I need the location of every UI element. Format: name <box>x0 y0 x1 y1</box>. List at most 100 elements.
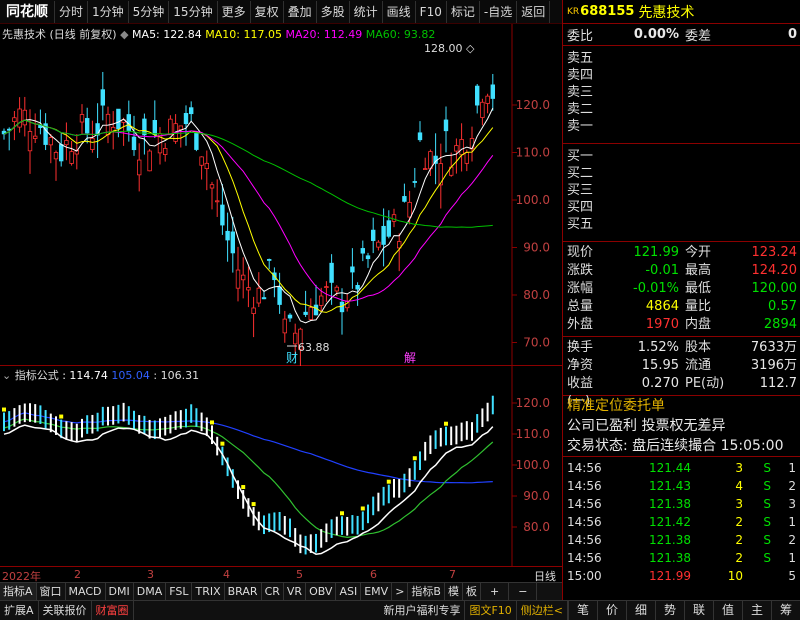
tab-asi[interactable]: ASI <box>336 583 362 600</box>
quote-label: 量比 <box>685 299 712 314</box>
toolbar-15min[interactable]: 15分钟 <box>169 0 218 23</box>
signal-marker <box>444 421 448 426</box>
toolbar-multi-stock[interactable]: 多股 <box>317 0 350 23</box>
candle-body <box>292 332 298 345</box>
tab-cr[interactable]: CR <box>262 583 284 600</box>
tick-side: S <box>763 515 771 529</box>
dropdown-icon[interactable]: ◆ <box>120 28 132 41</box>
quote-label: 现价 <box>567 245 594 260</box>
buy-row: 买四 <box>563 199 800 216</box>
kline-canvas[interactable]: 120.0 110.0 100.0 90.0 80.0 70.0 128.00 ◇ 63.88… <box>0 24 562 366</box>
high-price-marker: 128.00 ◇ <box>424 42 475 55</box>
buy-label: 买二 <box>567 166 594 181</box>
signal-marker <box>386 479 391 484</box>
kline-chart[interactable]: 120.0 110.0 100.0 90.0 80.0 70.0 128.00 ◇ 63.88… <box>0 24 562 366</box>
toolbar-1min[interactable]: 1分钟 <box>88 0 129 23</box>
quote-value: 1970 <box>645 317 679 332</box>
tab-more-arrow[interactable]: > <box>392 583 409 600</box>
candle-body <box>199 156 204 166</box>
tick-side: S <box>763 533 771 547</box>
special-info: 精准定位委托单 公司已盈利 投票权无差异 交易状态: 盘后连续撮合 15:05:… <box>563 396 800 457</box>
related-quotes-button[interactable]: 关联报价 <box>39 601 92 620</box>
quote-label: 股本 <box>685 340 712 355</box>
tab-board[interactable]: 板 <box>463 583 481 600</box>
quote-panel: KR 688155 先惠技术 委比 0.00% 委差 0 卖五 卖四 卖三 卖二… <box>562 0 800 600</box>
candle-body <box>209 184 215 189</box>
sell-label: 卖二 <box>567 102 594 117</box>
candle-body <box>162 148 168 155</box>
f10-graphic-button[interactable]: 图文F10 <box>465 601 517 620</box>
price-axis-label: 90.0 <box>523 241 550 255</box>
tab-obv[interactable]: OBV <box>306 583 337 600</box>
quote-row: 总量 4864 量比 0.57 <box>563 298 800 316</box>
tab-window[interactable]: 窗口 <box>37 583 66 600</box>
tab-indicator-a[interactable]: 指标A <box>0 583 37 600</box>
toolbar-back[interactable]: 返回 <box>517 0 551 23</box>
tab-trend[interactable]: 势 <box>655 601 684 620</box>
toolbar-intraday[interactable]: 分时 <box>55 0 89 23</box>
sell-label: 卖一 <box>567 119 594 134</box>
toolbar-mark[interactable]: 标记 <box>447 0 480 23</box>
chart-title: 先惠技术 (日线 前复权) <box>2 28 117 41</box>
tab-trix[interactable]: TRIX <box>192 583 225 600</box>
toolbar-more[interactable]: 更多 <box>218 0 251 23</box>
tab-trades[interactable]: 笔 <box>568 601 597 620</box>
candle-body <box>313 304 319 316</box>
sell-row: 卖四 <box>563 67 800 84</box>
sidebar-toggle-button[interactable]: 侧边栏< <box>517 601 568 620</box>
indicator-chart[interactable]: 120.0 110.0 100.0 90.0 80.0 ⌄ 指标公式 : 114.74 … <box>0 366 562 566</box>
tab-macd[interactable]: MACD <box>66 583 106 600</box>
candle-body <box>142 118 147 136</box>
toolbar-overlay[interactable]: 叠加 <box>284 0 317 23</box>
quote-row: 净资 15.95 流通 3196万 <box>563 357 800 375</box>
candle-body <box>188 107 194 115</box>
tab-dma[interactable]: DMA <box>134 583 167 600</box>
tab-value[interactable]: 值 <box>713 601 742 620</box>
tick-price: 121.38 <box>649 497 691 511</box>
candle-body <box>235 269 241 289</box>
new-user-benefit-link[interactable]: 新用户福利专享 <box>379 601 466 620</box>
buy-row: 买一 <box>563 148 800 165</box>
candle-body <box>100 89 105 106</box>
indicator-canvas[interactable]: 120.0 110.0 100.0 90.0 80.0 <box>0 366 562 566</box>
tab-linked[interactable]: 联 <box>684 601 713 620</box>
tab-chips[interactable]: 筹 <box>771 601 800 620</box>
candle-body <box>64 140 69 146</box>
toolbar-stats[interactable]: 统计 <box>350 0 383 23</box>
wealth-circle-button[interactable]: 财富圈 <box>92 601 134 620</box>
tab-vr[interactable]: VR <box>284 583 307 600</box>
tick-row: 14:56 121.42 2 S 1 <box>563 513 800 531</box>
toolbar-f10[interactable]: F10 <box>416 0 447 23</box>
tick-side <box>743 567 771 585</box>
candle-body <box>459 139 464 156</box>
tab-main[interactable]: 主 <box>742 601 771 620</box>
tab-detail[interactable]: 细 <box>626 601 655 620</box>
tab-brar[interactable]: BRAR <box>225 583 262 600</box>
tab-emv[interactable]: EMV <box>361 583 393 600</box>
order-locate-link[interactable]: 精准定位委托单 <box>563 396 800 416</box>
indicator-tabs: 指标A 窗口 MACD DMI DMA FSL TRIX BRAR CR VR … <box>0 582 562 600</box>
candle-body <box>246 287 251 291</box>
tab-price[interactable]: 价 <box>597 601 626 620</box>
tab-template[interactable]: 模 <box>445 583 463 600</box>
extend-a-button[interactable]: 扩展A <box>0 601 39 620</box>
toolbar-draw[interactable]: 画线 <box>383 0 416 23</box>
tab-indicator-b[interactable]: 指标B <box>408 583 445 600</box>
candle-body <box>469 138 475 150</box>
tick-price: 121.38 <box>649 551 691 565</box>
tick-list: 14:56 121.44 3 S 1 14:56 121.43 4 S 2 14:56 121.38 3… <box>563 457 800 585</box>
candle-body <box>417 132 423 141</box>
add-tab-button[interactable]: + <box>481 583 510 600</box>
toolbar-remove-watchlist[interactable]: -自选 <box>480 0 518 23</box>
stock-code: 688155 <box>580 4 635 19</box>
signal-marker <box>251 502 256 507</box>
toolbar-5min[interactable]: 5分钟 <box>129 0 170 23</box>
quote-value: 121.99 <box>633 245 680 260</box>
tab-dmi[interactable]: DMI <box>106 583 134 600</box>
tab-fsl[interactable]: FSL <box>166 583 193 600</box>
chevron-down-icon[interactable]: ⌄ <box>2 369 15 382</box>
toolbar-adjust[interactable]: 复权 <box>251 0 284 23</box>
remove-tab-button[interactable]: − <box>509 583 538 600</box>
candle-body <box>386 220 391 237</box>
candle-body <box>277 286 282 305</box>
